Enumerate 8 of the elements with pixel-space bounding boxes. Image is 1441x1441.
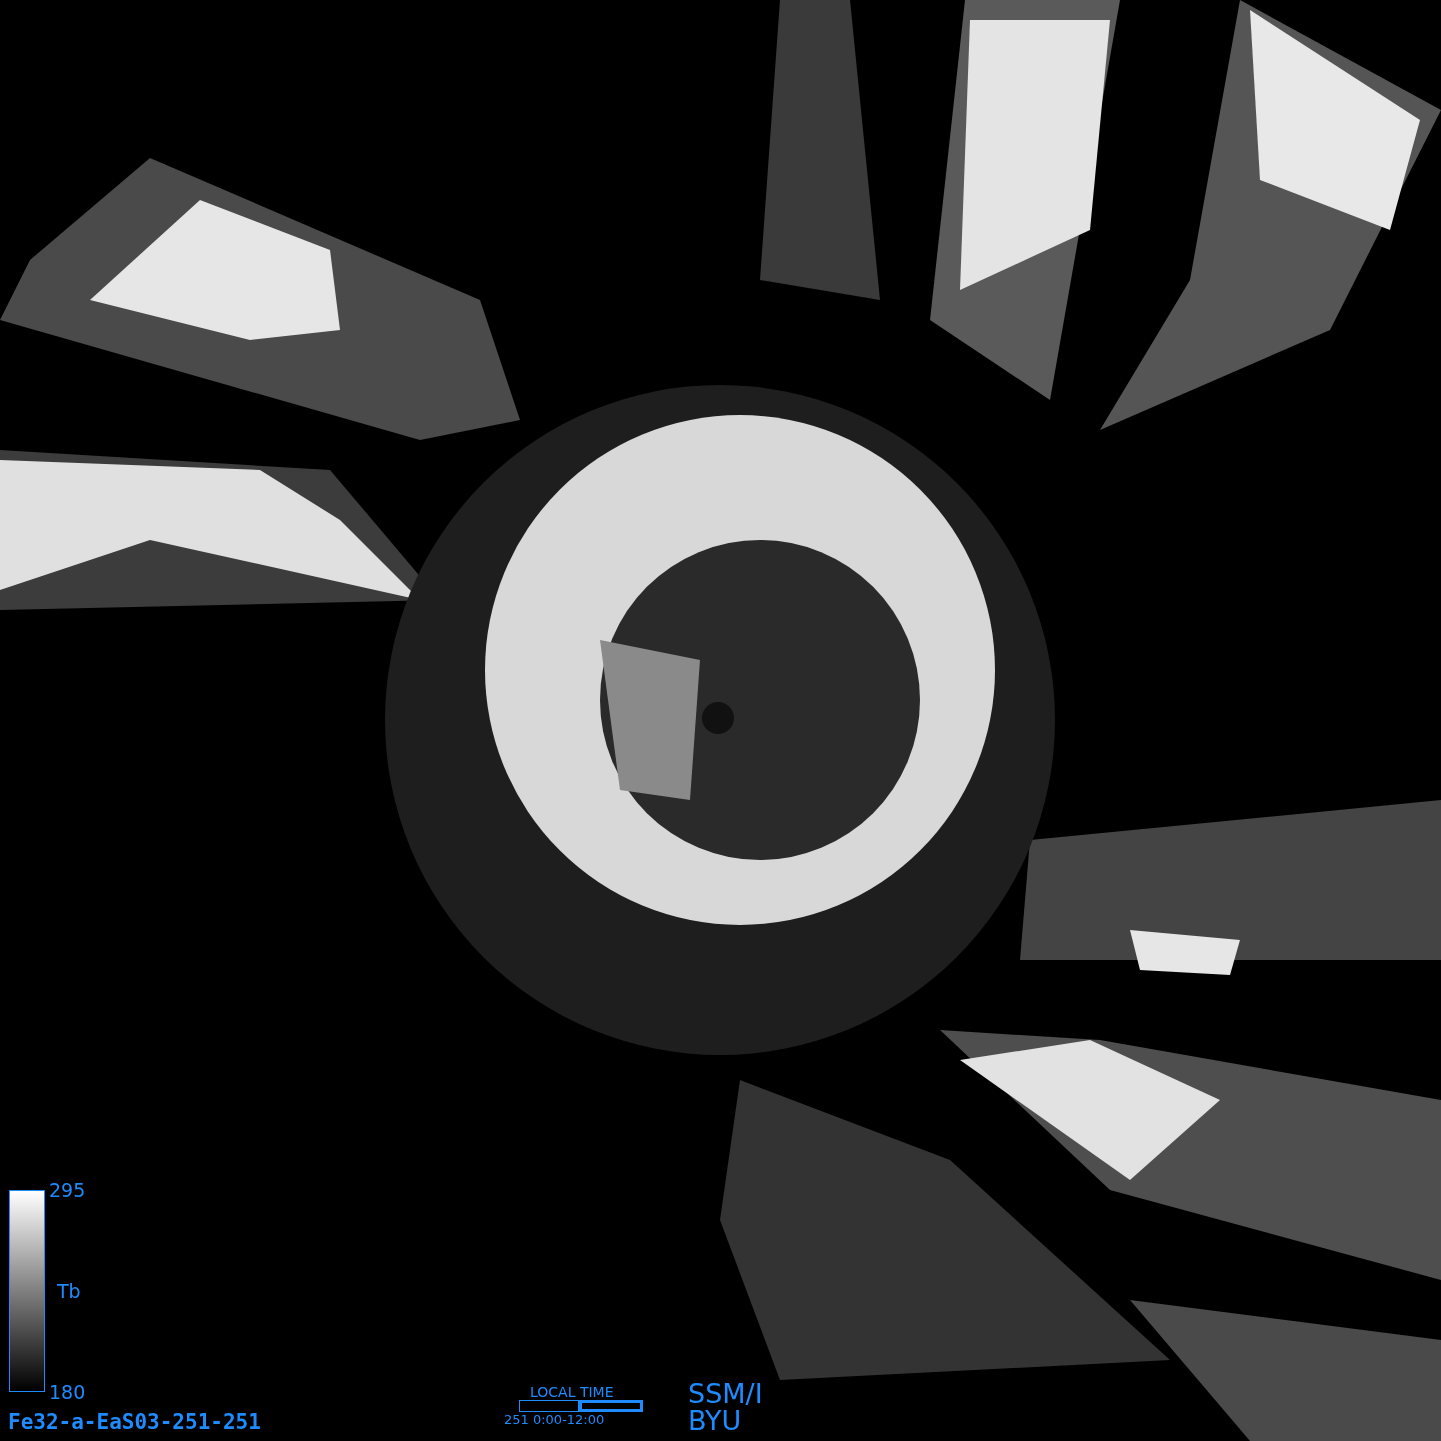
- local-time-label: LOCAL TIME: [530, 1384, 614, 1400]
- sensor-name: SSM/I: [688, 1380, 763, 1407]
- colorbar-min-label: 180: [49, 1382, 86, 1402]
- colorbar-max-label: 295: [49, 1180, 86, 1200]
- colorbar-quantity-label: Tb: [57, 1281, 82, 1301]
- institution-name: BYU: [688, 1407, 743, 1434]
- local-time-range: 251 0:00-12:00: [504, 1412, 605, 1428]
- product-id: Fe32-a-EaS03-251-251: [8, 1410, 261, 1434]
